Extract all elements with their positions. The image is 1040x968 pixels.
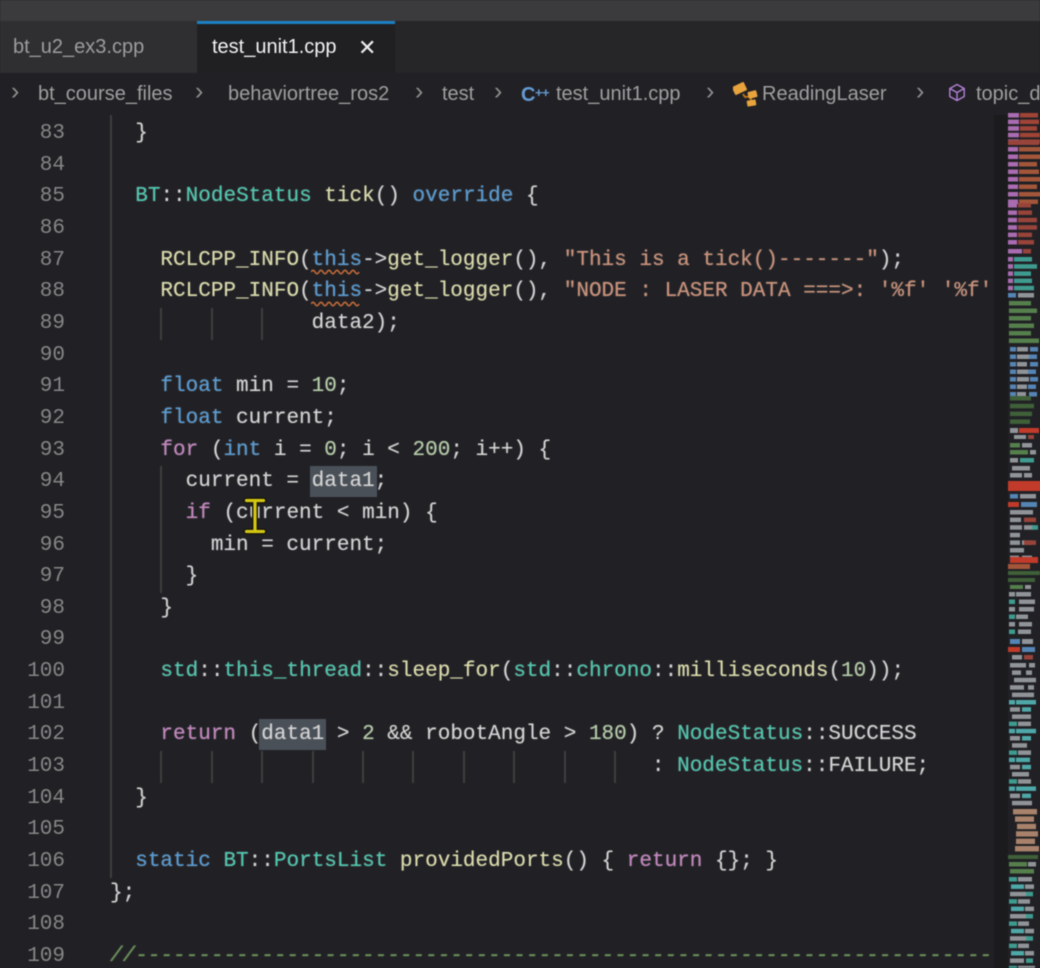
- svg-text:+: +: [542, 85, 549, 100]
- svg-text:C: C: [521, 84, 535, 106]
